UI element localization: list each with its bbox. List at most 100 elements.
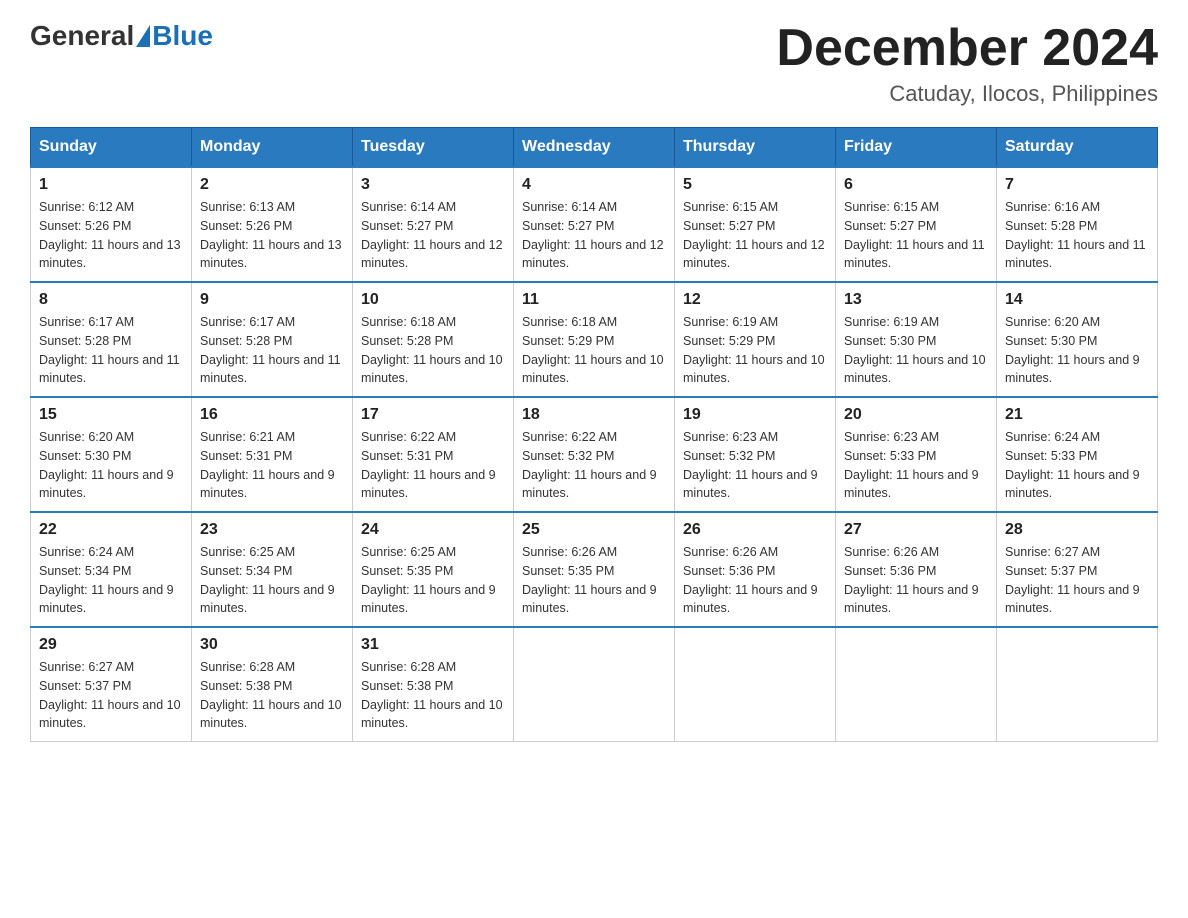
table-row: 10 Sunrise: 6:18 AM Sunset: 5:28 PM Dayl…	[353, 282, 514, 397]
day-info: Sunrise: 6:14 AM Sunset: 5:27 PM Dayligh…	[361, 198, 505, 273]
day-info: Sunrise: 6:16 AM Sunset: 5:28 PM Dayligh…	[1005, 198, 1149, 273]
day-info: Sunrise: 6:12 AM Sunset: 5:26 PM Dayligh…	[39, 198, 183, 273]
day-info: Sunrise: 6:20 AM Sunset: 5:30 PM Dayligh…	[39, 428, 183, 503]
title-area: December 2024 Catuday, Ilocos, Philippin…	[776, 20, 1158, 107]
day-number: 25	[522, 521, 666, 539]
calendar-week-row: 1 Sunrise: 6:12 AM Sunset: 5:26 PM Dayli…	[31, 167, 1158, 282]
calendar-week-row: 29 Sunrise: 6:27 AM Sunset: 5:37 PM Dayl…	[31, 627, 1158, 742]
day-number: 4	[522, 176, 666, 194]
calendar-week-row: 22 Sunrise: 6:24 AM Sunset: 5:34 PM Dayl…	[31, 512, 1158, 627]
table-row: 23 Sunrise: 6:25 AM Sunset: 5:34 PM Dayl…	[192, 512, 353, 627]
day-info: Sunrise: 6:25 AM Sunset: 5:35 PM Dayligh…	[361, 543, 505, 618]
logo-general-text: General	[30, 20, 134, 52]
day-info: Sunrise: 6:15 AM Sunset: 5:27 PM Dayligh…	[844, 198, 988, 273]
calendar-week-row: 8 Sunrise: 6:17 AM Sunset: 5:28 PM Dayli…	[31, 282, 1158, 397]
table-row	[675, 627, 836, 742]
day-number: 5	[683, 176, 827, 194]
day-number: 21	[1005, 406, 1149, 424]
logo-blue-text: Blue	[152, 20, 213, 52]
logo: General Blue	[30, 20, 213, 52]
day-number: 7	[1005, 176, 1149, 194]
day-info: Sunrise: 6:24 AM Sunset: 5:33 PM Dayligh…	[1005, 428, 1149, 503]
day-number: 11	[522, 291, 666, 309]
day-number: 13	[844, 291, 988, 309]
col-header-wednesday: Wednesday	[514, 128, 675, 168]
day-number: 2	[200, 176, 344, 194]
day-info: Sunrise: 6:25 AM Sunset: 5:34 PM Dayligh…	[200, 543, 344, 618]
col-header-sunday: Sunday	[31, 128, 192, 168]
table-row: 24 Sunrise: 6:25 AM Sunset: 5:35 PM Dayl…	[353, 512, 514, 627]
calendar-table: Sunday Monday Tuesday Wednesday Thursday…	[30, 127, 1158, 742]
calendar-header-row: Sunday Monday Tuesday Wednesday Thursday…	[31, 128, 1158, 168]
table-row: 19 Sunrise: 6:23 AM Sunset: 5:32 PM Dayl…	[675, 397, 836, 512]
table-row: 4 Sunrise: 6:14 AM Sunset: 5:27 PM Dayli…	[514, 167, 675, 282]
table-row: 25 Sunrise: 6:26 AM Sunset: 5:35 PM Dayl…	[514, 512, 675, 627]
day-number: 29	[39, 636, 183, 654]
logo-triangle-icon	[136, 25, 150, 47]
day-info: Sunrise: 6:22 AM Sunset: 5:31 PM Dayligh…	[361, 428, 505, 503]
day-number: 15	[39, 406, 183, 424]
day-number: 14	[1005, 291, 1149, 309]
col-header-saturday: Saturday	[997, 128, 1158, 168]
day-info: Sunrise: 6:13 AM Sunset: 5:26 PM Dayligh…	[200, 198, 344, 273]
day-number: 30	[200, 636, 344, 654]
day-number: 18	[522, 406, 666, 424]
day-number: 20	[844, 406, 988, 424]
page-header: General Blue December 2024 Catuday, Iloc…	[30, 20, 1158, 107]
day-number: 26	[683, 521, 827, 539]
day-info: Sunrise: 6:17 AM Sunset: 5:28 PM Dayligh…	[200, 313, 344, 388]
day-number: 6	[844, 176, 988, 194]
table-row: 27 Sunrise: 6:26 AM Sunset: 5:36 PM Dayl…	[836, 512, 997, 627]
table-row: 9 Sunrise: 6:17 AM Sunset: 5:28 PM Dayli…	[192, 282, 353, 397]
table-row	[997, 627, 1158, 742]
day-info: Sunrise: 6:22 AM Sunset: 5:32 PM Dayligh…	[522, 428, 666, 503]
day-number: 17	[361, 406, 505, 424]
table-row: 8 Sunrise: 6:17 AM Sunset: 5:28 PM Dayli…	[31, 282, 192, 397]
table-row: 29 Sunrise: 6:27 AM Sunset: 5:37 PM Dayl…	[31, 627, 192, 742]
month-title: December 2024	[776, 20, 1158, 77]
day-number: 22	[39, 521, 183, 539]
table-row: 13 Sunrise: 6:19 AM Sunset: 5:30 PM Dayl…	[836, 282, 997, 397]
table-row: 22 Sunrise: 6:24 AM Sunset: 5:34 PM Dayl…	[31, 512, 192, 627]
day-info: Sunrise: 6:23 AM Sunset: 5:33 PM Dayligh…	[844, 428, 988, 503]
day-number: 8	[39, 291, 183, 309]
day-number: 1	[39, 176, 183, 194]
table-row: 11 Sunrise: 6:18 AM Sunset: 5:29 PM Dayl…	[514, 282, 675, 397]
day-info: Sunrise: 6:14 AM Sunset: 5:27 PM Dayligh…	[522, 198, 666, 273]
col-header-friday: Friday	[836, 128, 997, 168]
day-info: Sunrise: 6:21 AM Sunset: 5:31 PM Dayligh…	[200, 428, 344, 503]
table-row: 28 Sunrise: 6:27 AM Sunset: 5:37 PM Dayl…	[997, 512, 1158, 627]
day-number: 10	[361, 291, 505, 309]
table-row: 6 Sunrise: 6:15 AM Sunset: 5:27 PM Dayli…	[836, 167, 997, 282]
day-number: 3	[361, 176, 505, 194]
day-number: 23	[200, 521, 344, 539]
table-row	[836, 627, 997, 742]
col-header-thursday: Thursday	[675, 128, 836, 168]
day-info: Sunrise: 6:19 AM Sunset: 5:29 PM Dayligh…	[683, 313, 827, 388]
col-header-monday: Monday	[192, 128, 353, 168]
table-row: 30 Sunrise: 6:28 AM Sunset: 5:38 PM Dayl…	[192, 627, 353, 742]
calendar-week-row: 15 Sunrise: 6:20 AM Sunset: 5:30 PM Dayl…	[31, 397, 1158, 512]
day-info: Sunrise: 6:18 AM Sunset: 5:29 PM Dayligh…	[522, 313, 666, 388]
table-row: 5 Sunrise: 6:15 AM Sunset: 5:27 PM Dayli…	[675, 167, 836, 282]
table-row: 14 Sunrise: 6:20 AM Sunset: 5:30 PM Dayl…	[997, 282, 1158, 397]
day-info: Sunrise: 6:28 AM Sunset: 5:38 PM Dayligh…	[361, 658, 505, 733]
table-row: 20 Sunrise: 6:23 AM Sunset: 5:33 PM Dayl…	[836, 397, 997, 512]
day-number: 9	[200, 291, 344, 309]
table-row: 1 Sunrise: 6:12 AM Sunset: 5:26 PM Dayli…	[31, 167, 192, 282]
day-info: Sunrise: 6:24 AM Sunset: 5:34 PM Dayligh…	[39, 543, 183, 618]
col-header-tuesday: Tuesday	[353, 128, 514, 168]
table-row: 21 Sunrise: 6:24 AM Sunset: 5:33 PM Dayl…	[997, 397, 1158, 512]
day-info: Sunrise: 6:17 AM Sunset: 5:28 PM Dayligh…	[39, 313, 183, 388]
table-row: 17 Sunrise: 6:22 AM Sunset: 5:31 PM Dayl…	[353, 397, 514, 512]
day-number: 24	[361, 521, 505, 539]
location-subtitle: Catuday, Ilocos, Philippines	[776, 81, 1158, 107]
day-info: Sunrise: 6:28 AM Sunset: 5:38 PM Dayligh…	[200, 658, 344, 733]
table-row: 2 Sunrise: 6:13 AM Sunset: 5:26 PM Dayli…	[192, 167, 353, 282]
table-row: 12 Sunrise: 6:19 AM Sunset: 5:29 PM Dayl…	[675, 282, 836, 397]
day-info: Sunrise: 6:23 AM Sunset: 5:32 PM Dayligh…	[683, 428, 827, 503]
day-number: 19	[683, 406, 827, 424]
table-row: 15 Sunrise: 6:20 AM Sunset: 5:30 PM Dayl…	[31, 397, 192, 512]
day-info: Sunrise: 6:26 AM Sunset: 5:35 PM Dayligh…	[522, 543, 666, 618]
table-row: 31 Sunrise: 6:28 AM Sunset: 5:38 PM Dayl…	[353, 627, 514, 742]
